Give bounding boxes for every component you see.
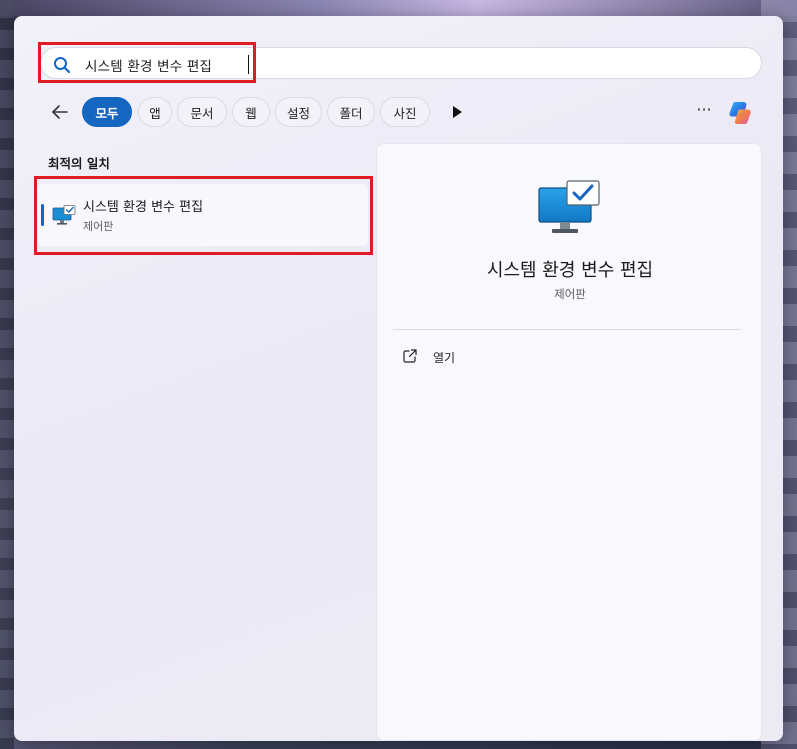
desktop-background-top [0, 0, 797, 16]
search-input[interactable] [83, 53, 687, 77]
open-label: 열기 [433, 351, 456, 365]
filter-chip-documents[interactable]: 문서 [177, 97, 227, 127]
monitor-check-icon [538, 180, 600, 233]
result-title: 시스템 환경 변수 편집 [83, 200, 204, 215]
filter-bar: 모두 앱 문서 웹 설정 폴더 사진 ··· [14, 96, 783, 128]
search-icon [54, 57, 71, 74]
detail-pane: 시스템 환경 변수 편집 제어판 열기 [376, 143, 762, 741]
best-match-result[interactable]: 시스템 환경 변수 편집 제어판 [38, 184, 368, 246]
result-subtitle: 제어판 [83, 220, 114, 233]
desktop-background-left [0, 0, 14, 749]
detail-title: 시스템 환경 변수 편집 [486, 260, 654, 281]
filter-chip-web[interactable]: 웹 [232, 97, 270, 127]
back-arrow-icon[interactable] [48, 100, 72, 124]
filter-chip-apps[interactable]: 앱 [138, 97, 172, 127]
filter-chip-photos[interactable]: 사진 [380, 97, 430, 127]
search-box[interactable] [40, 47, 762, 79]
filter-chip-settings[interactable]: 설정 [275, 97, 322, 127]
copilot-icon[interactable] [726, 98, 756, 128]
monitor-check-icon [52, 205, 76, 225]
filter-chip-all[interactable]: 모두 [82, 97, 132, 127]
best-match-heading: 최적의 일치 [48, 156, 110, 171]
divider [393, 329, 741, 330]
selection-indicator [41, 204, 44, 226]
start-search-panel: 모두 앱 문서 웹 설정 폴더 사진 ··· [14, 16, 783, 741]
open-action[interactable]: 열기 [393, 342, 513, 370]
more-options-button[interactable]: ··· [694, 102, 714, 122]
more-filters-arrow-icon[interactable] [450, 104, 464, 120]
detail-subtitle: 제어판 [554, 287, 586, 301]
filter-chip-folders[interactable]: 폴더 [327, 97, 375, 127]
open-external-icon [403, 349, 417, 363]
text-caret [248, 55, 249, 74]
